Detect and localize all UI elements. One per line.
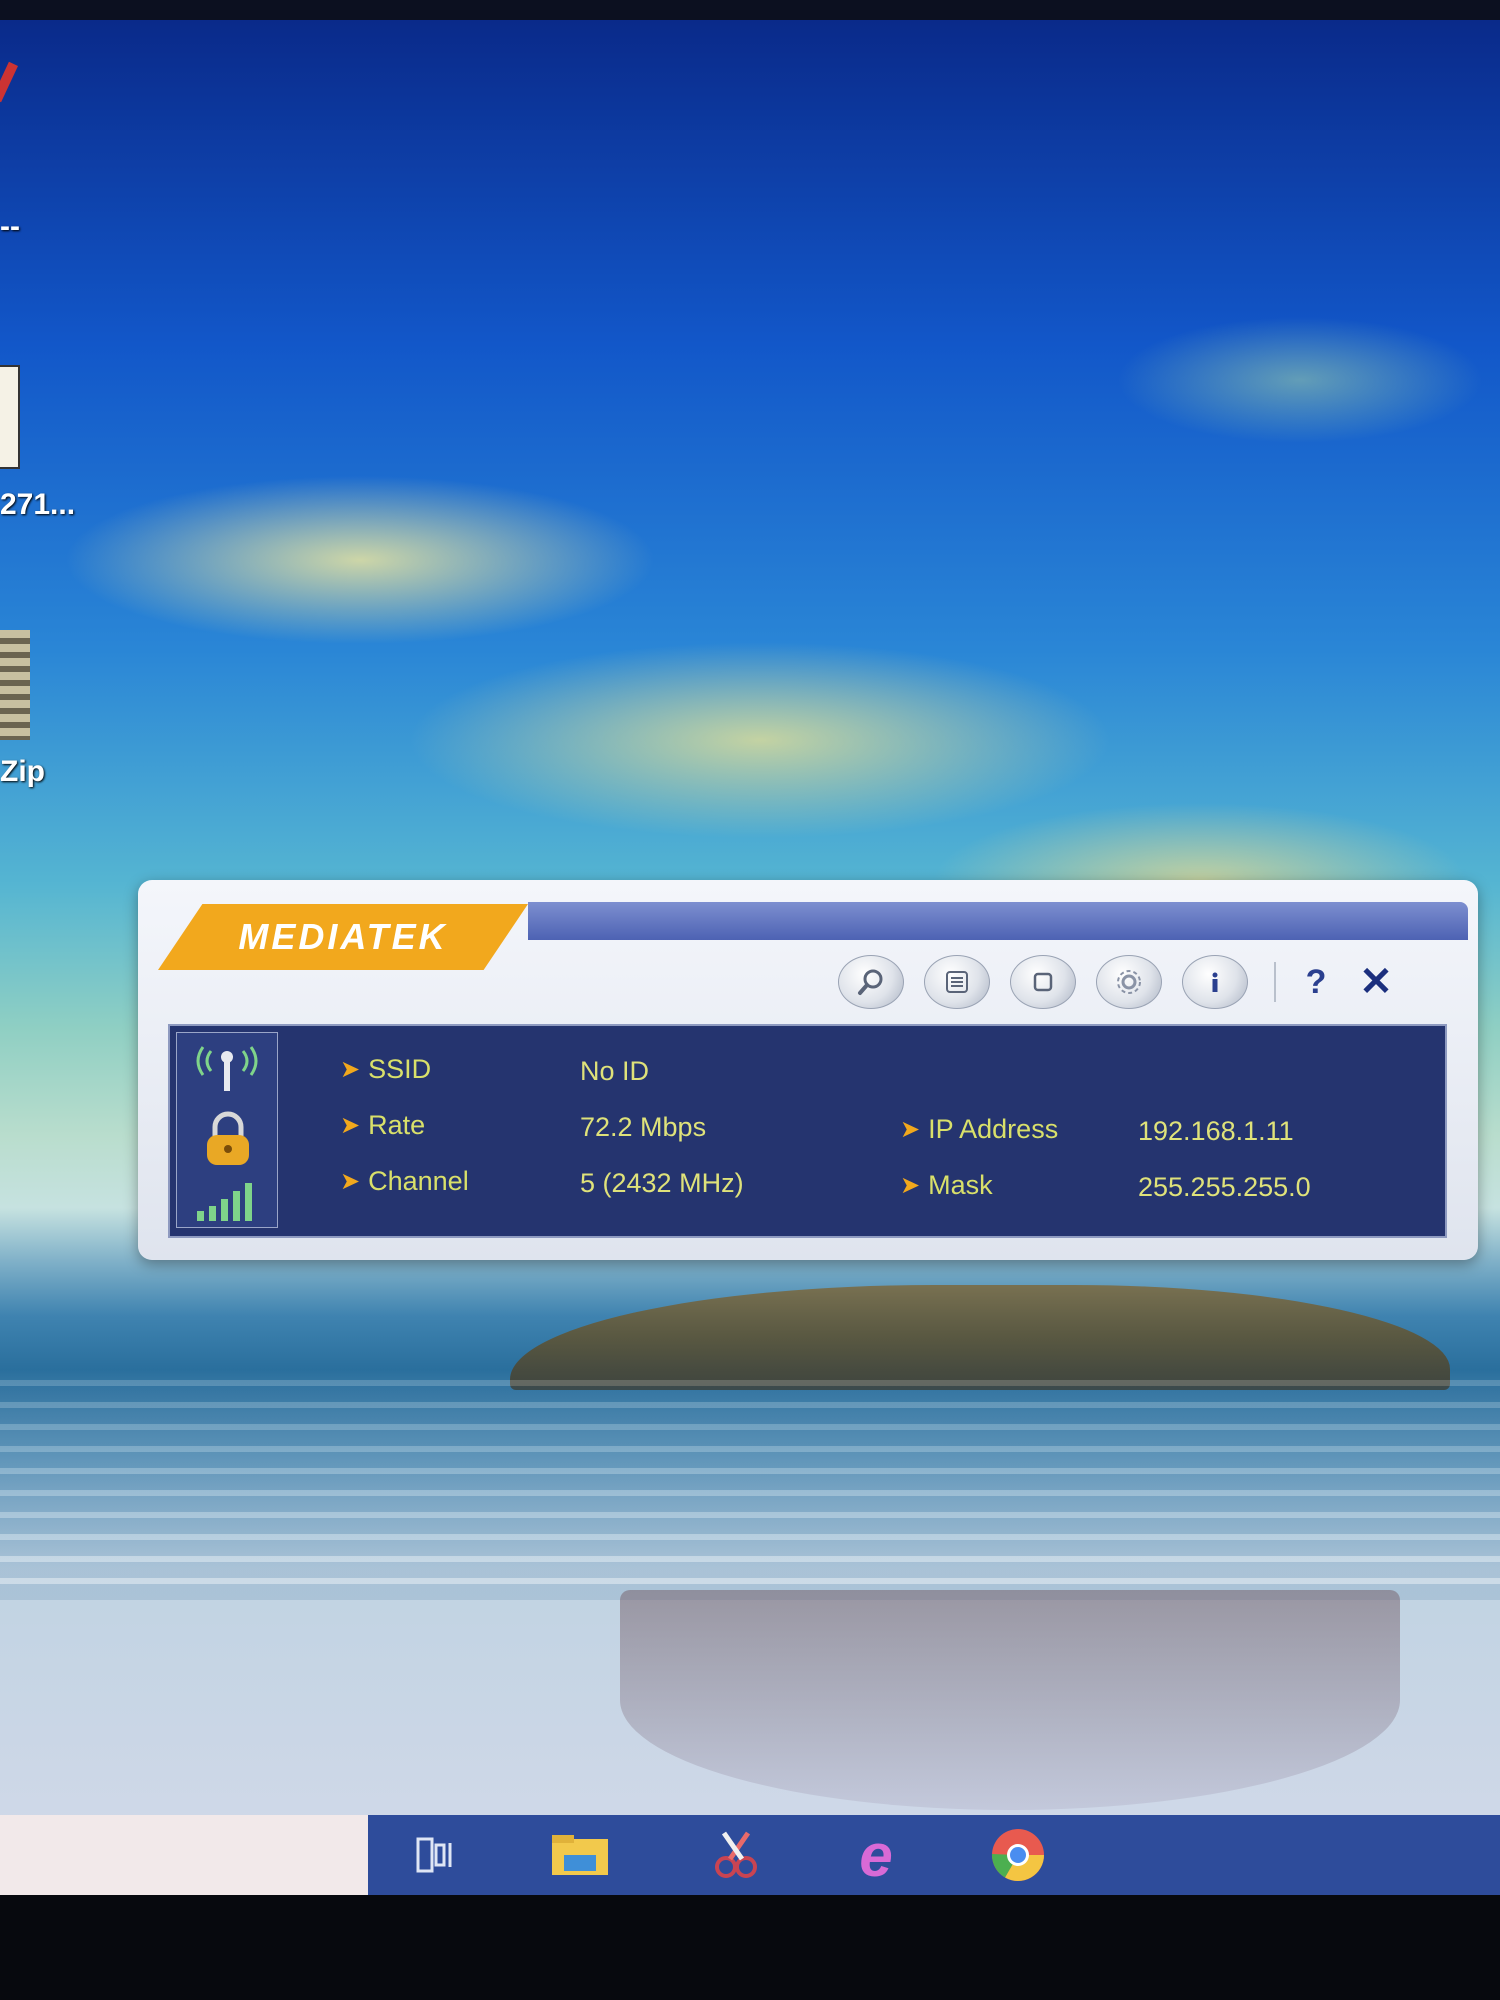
snipping-tool-icon — [715, 1831, 757, 1878]
ssid-value: No ID — [580, 1056, 650, 1086]
channel-value: 5 (2432 MHz) — [580, 1168, 744, 1198]
info-icon — [1212, 972, 1218, 992]
wifi-antenna-icon — [196, 1046, 258, 1091]
bullet-arrow-icon: ➤ — [900, 1172, 921, 1199]
edge-button[interactable]: e — [846, 1822, 906, 1889]
connection-info-panel: ➤ SSID No ID ➤ Rate 72.2 Mbps ➤ Channel … — [168, 1024, 1447, 1238]
ip-address-value: 192.168.1.11 — [1138, 1116, 1294, 1146]
ip-address-label: ➤ IP Address — [900, 1114, 1058, 1145]
chrome-icon — [992, 1829, 1044, 1881]
magnifier-icon — [858, 969, 883, 995]
file-explorer-icon — [552, 1835, 608, 1875]
bullet-arrow-icon: ➤ — [900, 1116, 921, 1143]
taskbar: e — [0, 1815, 1500, 1895]
wallpaper-island — [510, 1285, 1450, 1390]
window-icon — [1033, 972, 1053, 992]
mask-label-text: Mask — [928, 1170, 993, 1200]
edge-icon: e — [859, 1821, 893, 1889]
close-button[interactable]: ✕ — [1356, 959, 1396, 1005]
bullet-arrow-icon: ➤ — [340, 1056, 361, 1083]
file-explorer-button[interactable] — [550, 1827, 610, 1883]
task-view-button[interactable] — [408, 1827, 468, 1883]
mask-value: 255.255.255.0 — [1138, 1172, 1311, 1202]
lock-icon — [207, 1111, 249, 1165]
monitor-bottom-bezel — [0, 1895, 1500, 2000]
desktop-zip-icon[interactable] — [0, 630, 30, 740]
toolbar-separator — [1274, 962, 1276, 1002]
ssid-label: ➤ SSID — [340, 1054, 431, 1085]
ssid-label-text: SSID — [368, 1054, 432, 1084]
channel-label: ➤ Channel — [340, 1166, 469, 1197]
mediatek-wireless-utility-window[interactable]: MEDIATEK ? ✕ ➤ SSID No ID ➤ Rate 72.2 Mb… — [138, 880, 1478, 1260]
taskbar-search-box[interactable] — [0, 1815, 368, 1895]
logo-text: MEDIATEK — [238, 916, 448, 957]
list-icon — [946, 971, 968, 993]
help-button[interactable]: ? — [1296, 963, 1336, 1002]
snipping-tool-button[interactable] — [706, 1827, 766, 1883]
desktop-icon-label[interactable]: Zip — [0, 755, 45, 789]
channel-label-text: Channel — [368, 1166, 469, 1196]
about-button[interactable] — [1182, 955, 1248, 1009]
bullet-arrow-icon: ➤ — [340, 1168, 361, 1195]
mask-label: ➤ Mask — [900, 1170, 993, 1201]
status-indicator-column — [176, 1032, 278, 1228]
desktop-file-icon[interactable] — [0, 365, 20, 469]
wallpaper-reflection — [620, 1590, 1400, 1810]
task-view-icon — [416, 1837, 452, 1873]
site-survey-button[interactable] — [838, 955, 904, 1009]
profile-list-button[interactable] — [924, 955, 990, 1009]
desktop-icon-label[interactable]: -- — [0, 210, 20, 244]
link-status-button[interactable] — [1010, 955, 1076, 1009]
wallpaper-waves — [0, 1380, 1500, 1600]
rate-label-text: Rate — [368, 1110, 426, 1140]
rate-label: ➤ Rate — [340, 1110, 425, 1141]
gear-icon — [1117, 970, 1141, 994]
mediatek-logo: MEDIATEK — [158, 904, 528, 970]
utility-toolbar: ? ✕ — [838, 954, 1396, 1010]
rate-value: 72.2 Mbps — [580, 1112, 707, 1142]
settings-button[interactable] — [1096, 955, 1162, 1009]
desktop-icon-label[interactable]: 271... — [0, 488, 75, 522]
bullet-arrow-icon: ➤ — [340, 1112, 361, 1139]
chrome-button[interactable] — [988, 1827, 1048, 1883]
window-titlebar[interactable] — [528, 902, 1468, 940]
signal-strength-icon — [197, 1183, 252, 1221]
ip-address-label-text: IP Address — [928, 1114, 1059, 1144]
